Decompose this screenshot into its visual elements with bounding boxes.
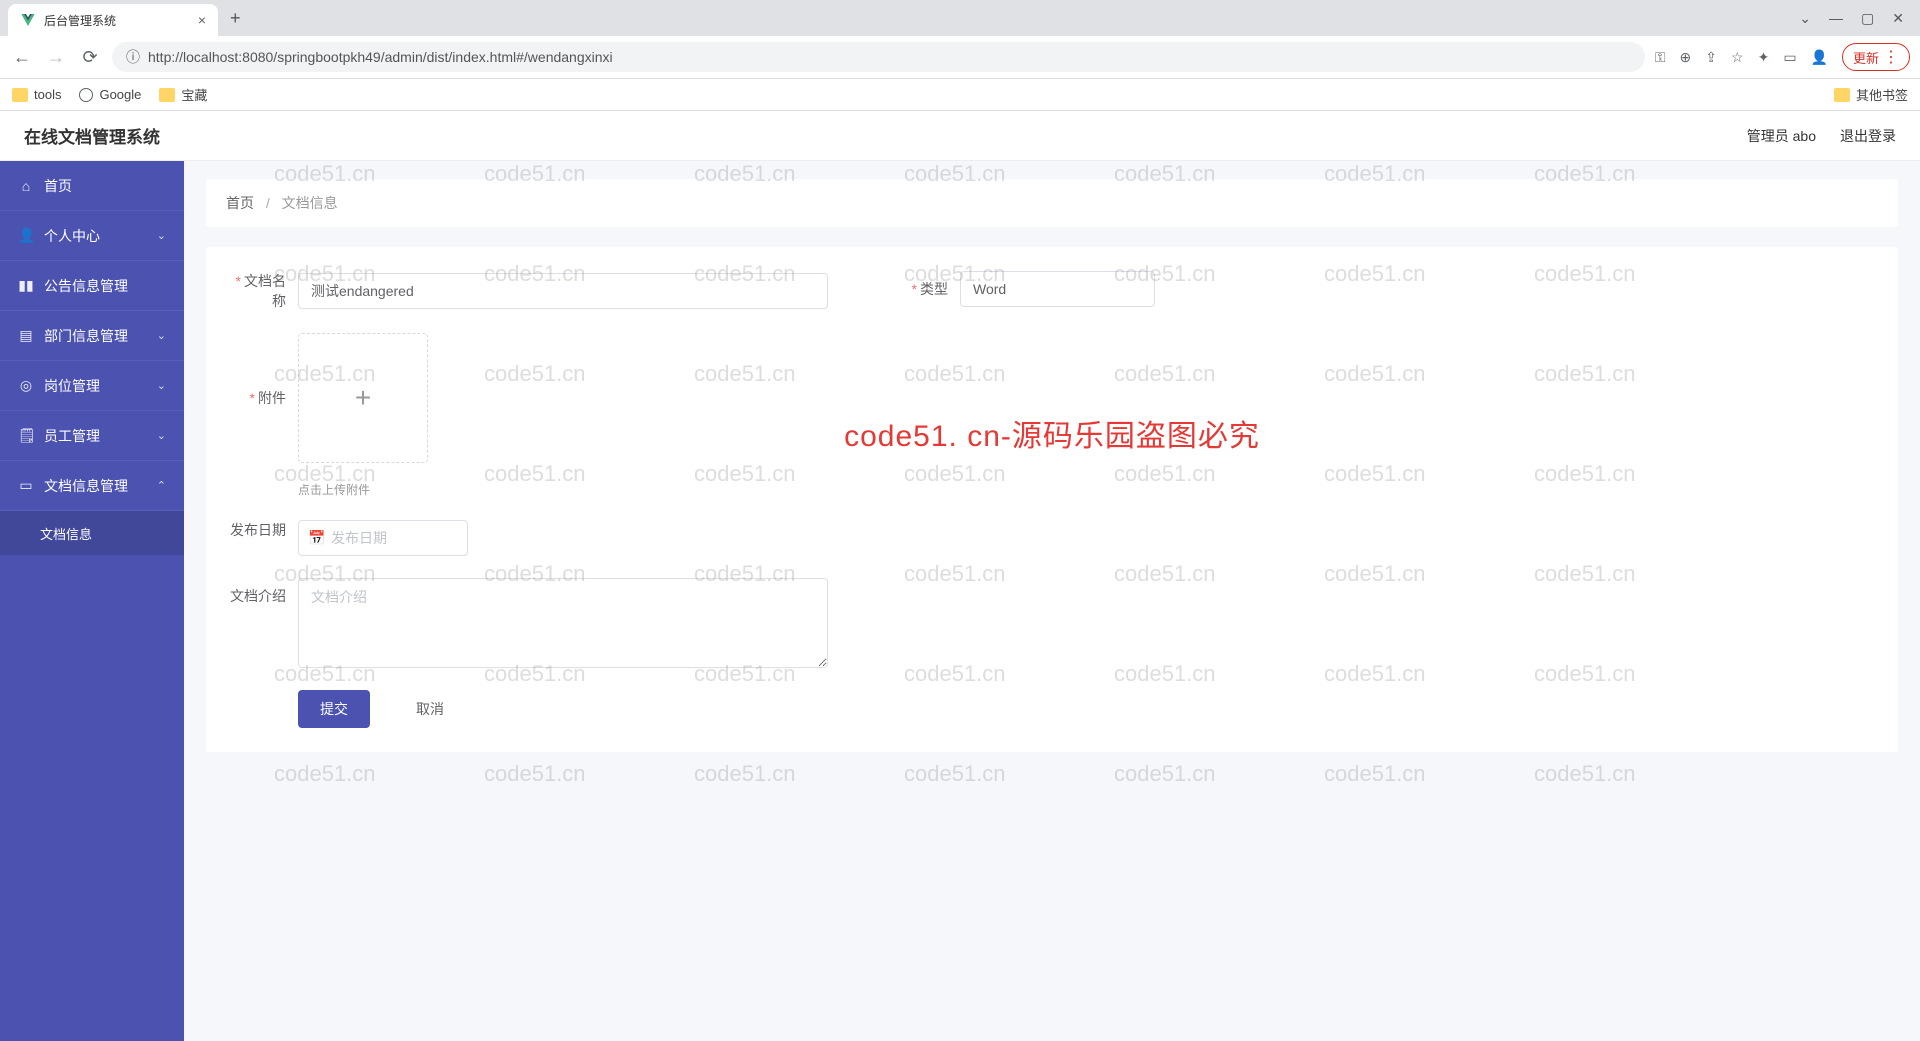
chevron-down-icon[interactable]: ⌄ [1799,10,1811,27]
tab-close-icon[interactable]: × [198,12,206,28]
user-label[interactable]: 管理员 abo [1747,126,1816,146]
vue-icon [20,12,36,28]
sidebar-item-employee[interactable]: 🗒 员工管理 ⌄ [0,411,184,461]
profile-icon[interactable]: 👤 [1811,49,1828,66]
chevron-down-icon: ⌄ [157,379,166,392]
app-title: 在线文档管理系统 [24,123,160,148]
browser-tab[interactable]: 后台管理系统 × [8,4,218,36]
submit-button[interactable]: 提交 [298,690,370,728]
upload-box[interactable]: + [298,333,428,463]
file-icon: ▭ [18,477,34,494]
clipboard-icon: 🗒 [18,427,34,444]
zoom-icon[interactable]: ⊕ [1680,49,1692,66]
intro-label: 文档介绍 [226,578,298,606]
logout-button[interactable]: 退出登录 [1840,126,1896,146]
chevron-down-icon: ⌄ [157,329,166,342]
app-header: 在线文档管理系统 管理员 abo 退出登录 [0,111,1920,161]
breadcrumb: 首页 / 文档信息 [206,179,1898,227]
minimize-icon[interactable]: — [1829,10,1843,27]
plus-icon: + [355,382,371,414]
address-bar[interactable]: ⓘ http://localhost:8080/springbootpkh49/… [112,42,1645,72]
chevron-up-icon: ⌃ [157,479,166,492]
sidebar-item-home[interactable]: ⌂ 首页 [0,161,184,211]
folder-icon [159,88,175,102]
doc-name-label: 文档名称 [226,271,298,311]
tab-title: 后台管理系统 [44,12,190,29]
info-icon: ⓘ [126,47,140,67]
chart-icon: ▮▮ [18,277,34,294]
breadcrumb-home[interactable]: 首页 [226,195,254,211]
watermark-text: code51.cn [274,761,376,787]
doc-name-input[interactable] [298,273,828,309]
close-icon[interactable]: ✕ [1892,10,1904,27]
url-text: http://localhost:8080/springbootpkh49/ad… [148,49,1631,65]
folder-icon [1834,88,1850,102]
watermark-text: code51.cn [1114,761,1216,787]
bookmark-google[interactable]: Google [79,87,141,102]
publish-date-label: 发布日期 [226,520,298,540]
folder-icon [12,88,28,102]
bookmark-treasure[interactable]: 宝藏 [159,85,207,104]
new-tab-button[interactable]: + [230,8,241,29]
breadcrumb-current: 文档信息 [282,195,338,211]
sidebar-item-personal[interactable]: 👤 个人中心 ⌄ [0,211,184,261]
attachment-label: 附件 [226,333,298,408]
chevron-down-icon: ⌄ [157,229,166,242]
watermark-text: code51.cn [1324,761,1426,787]
type-select[interactable] [960,271,1155,307]
reload-button[interactable]: ⟳ [78,47,102,68]
calendar-icon: 📅 [308,530,325,547]
sidebar-item-document[interactable]: ▭ 文档信息管理 ⌃ [0,461,184,511]
sidebar-subitem-document-info[interactable]: 文档信息 [0,511,184,555]
target-icon: ◎ [18,377,34,394]
sidebar-item-position[interactable]: ◎ 岗位管理 ⌄ [0,361,184,411]
sidebar-item-department[interactable]: ▤ 部门信息管理 ⌄ [0,311,184,361]
watermark-text: code51.cn [694,761,796,787]
upload-tip: 点击上传附件 [298,481,428,498]
maximize-icon[interactable]: ▢ [1861,10,1874,27]
chevron-down-icon: ⌄ [157,429,166,442]
intro-textarea[interactable] [298,578,828,668]
form-card: 文档名称 类型 附件 + [206,247,1898,752]
cancel-button[interactable]: 取消 [394,690,466,728]
bookmark-other[interactable]: 其他书签 [1834,85,1908,104]
bookmark-tools[interactable]: tools [12,87,61,102]
back-button[interactable]: ← [10,47,34,68]
extensions-icon[interactable]: ✦ [1758,49,1770,66]
share-icon[interactable]: ⇪ [1705,49,1717,66]
type-label: 类型 [888,279,960,299]
update-button[interactable]: 更新⋮ [1842,43,1910,71]
star-icon[interactable]: ☆ [1731,49,1744,66]
watermark-text: code51.cn [904,761,1006,787]
user-icon: 👤 [18,227,34,244]
home-icon: ⌂ [18,178,34,194]
content-area: 首页 / 文档信息 文档名称 类型 [184,161,1920,1041]
forward-button[interactable]: → [44,47,68,68]
sidebar-item-announcement[interactable]: ▮▮ 公告信息管理 [0,261,184,311]
watermark-text: code51.cn [484,761,586,787]
sidebar: ⌂ 首页 👤 个人中心 ⌄ ▮▮ 公告信息管理 ▤ 部门信息管理 ⌄ ◎ 岗位管… [0,161,184,1041]
building-icon: ▤ [18,327,34,344]
key-icon[interactable]: ⚿ [1655,49,1666,66]
globe-icon [79,88,93,102]
panel-icon[interactable]: ▭ [1783,49,1796,66]
watermark-text: code51.cn [1534,761,1636,787]
